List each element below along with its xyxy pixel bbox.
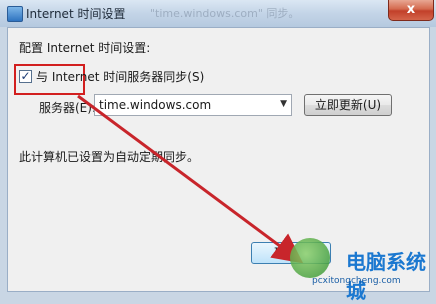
watermark-brand: 电脑系统城 [346, 250, 426, 303]
watermark-logo [290, 238, 330, 278]
watermark-url: pcxitongcheng.com [312, 276, 401, 286]
arrow-line [77, 94, 304, 264]
